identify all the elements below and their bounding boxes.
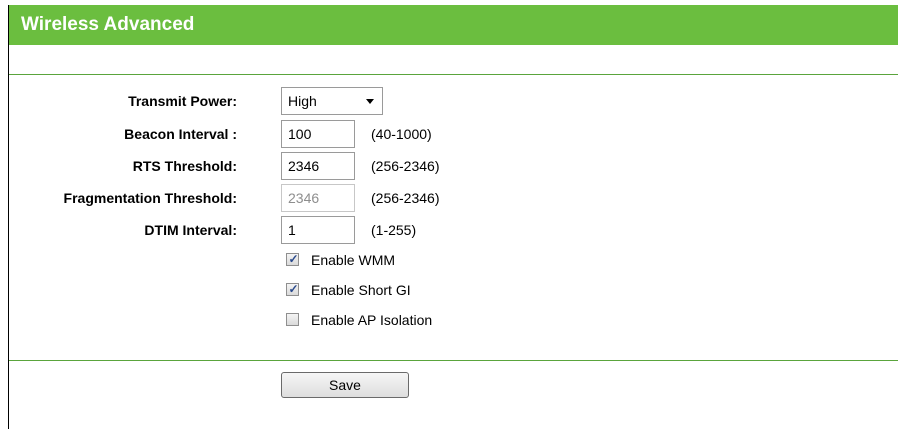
- fragmentation-threshold-input[interactable]: [281, 184, 355, 212]
- checkbox-box[interactable]: ✓: [286, 252, 299, 266]
- transmit-power-label: Transmit Power:: [128, 93, 237, 109]
- dtim-interval-range: (1-255): [371, 222, 417, 238]
- title-bar: Wireless Advanced: [9, 5, 898, 45]
- chevron-down-icon: [366, 99, 374, 104]
- fragmentation-threshold-label: Fragmentation Threshold:: [63, 190, 237, 206]
- rts-threshold-input[interactable]: [281, 152, 355, 180]
- checkbox-box[interactable]: ✓: [286, 282, 299, 296]
- transmit-power-select[interactable]: High: [281, 87, 383, 115]
- enable-ap-isolation-label: Enable AP Isolation: [311, 312, 433, 328]
- checkmark-icon: ✓: [288, 252, 299, 266]
- enable-short-gi-label: Enable Short GI: [311, 282, 411, 298]
- beacon-interval-range: (40-1000): [371, 126, 432, 142]
- beacon-interval-input[interactable]: [281, 120, 355, 148]
- page-title: Wireless Advanced: [21, 14, 195, 35]
- fragmentation-threshold-range: (256-2346): [371, 190, 440, 206]
- rts-threshold-label: RTS Threshold:: [132, 158, 237, 174]
- dtim-interval-label: DTIM Interval:: [144, 222, 237, 238]
- enable-wmm-label: Enable WMM: [311, 252, 396, 268]
- rts-threshold-range: (256-2346): [371, 158, 440, 174]
- beacon-interval-label: Beacon Interval :: [124, 126, 237, 142]
- checkmark-icon: ✓: [288, 282, 299, 296]
- bottom-divider: [9, 360, 898, 361]
- save-button[interactable]: Save: [281, 372, 409, 398]
- top-divider: [9, 74, 898, 75]
- settings-panel: Wireless Advanced Transmit Power: High B…: [8, 5, 898, 429]
- transmit-power-value: High: [288, 93, 317, 109]
- dtim-interval-input[interactable]: [281, 216, 355, 244]
- checkbox-box[interactable]: ✓: [286, 313, 299, 326]
